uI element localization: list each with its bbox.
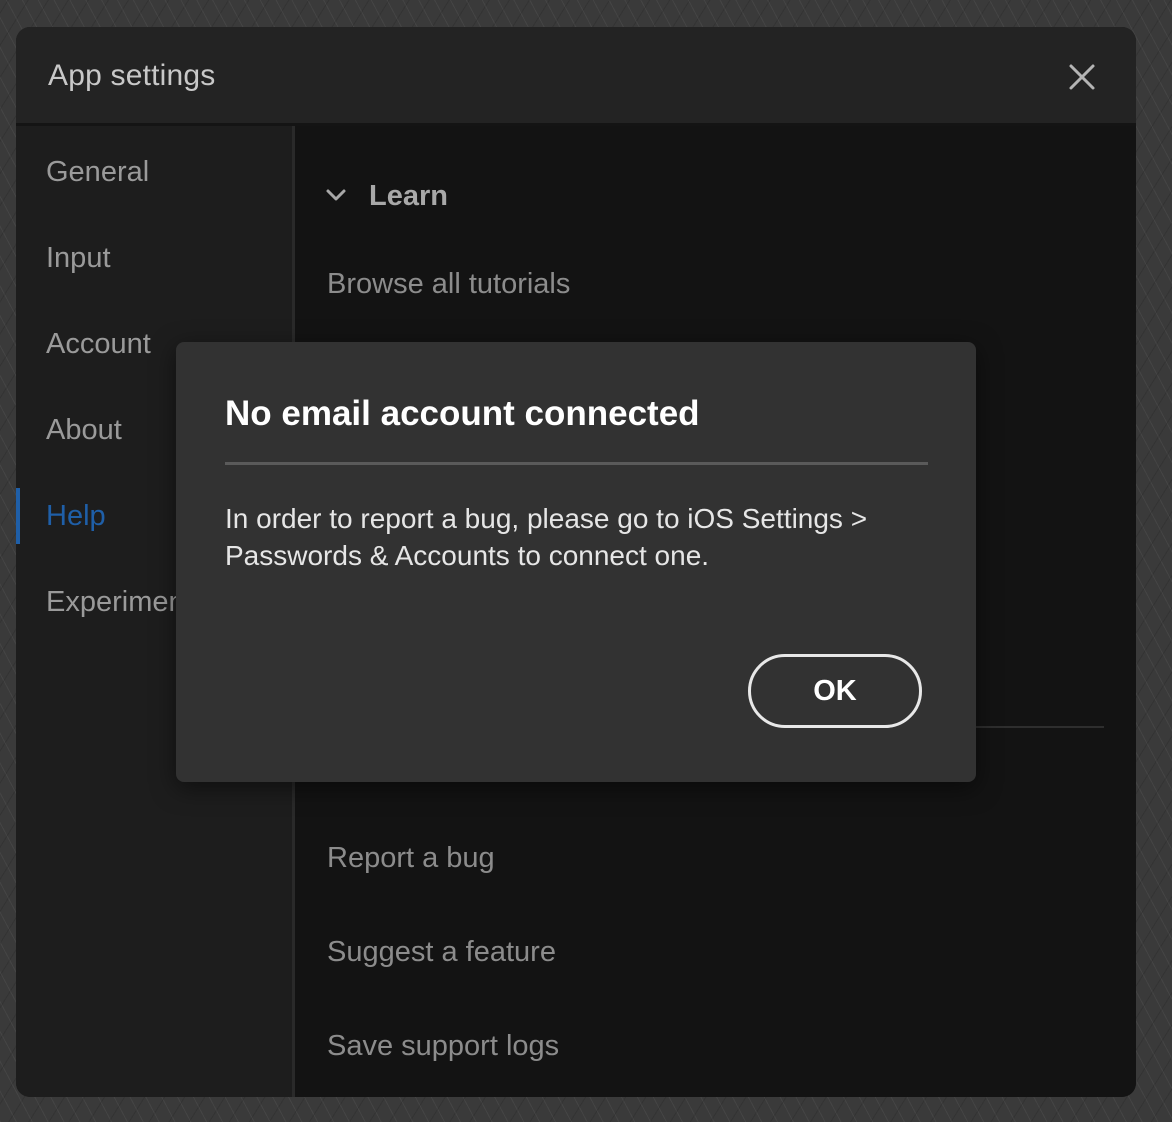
close-icon	[1069, 64, 1095, 90]
chevron-down-icon	[326, 189, 346, 201]
learn-section-title: Learn	[369, 180, 448, 212]
no-email-dialog: No email account connected In order to r…	[176, 342, 976, 782]
sidebar-item-label: About	[46, 414, 122, 446]
close-button[interactable]	[1062, 57, 1102, 97]
dialog-title: No email account connected	[225, 394, 700, 433]
sidebar-item-general[interactable]: General	[16, 148, 292, 194]
dialog-divider	[225, 462, 928, 465]
sidebar-item-label: Experimen	[46, 586, 185, 618]
ok-button[interactable]: OK	[748, 654, 922, 728]
browse-tutorials-link[interactable]: Browse all tutorials	[327, 268, 570, 301]
dialog-message: In order to report a bug, please go to i…	[225, 503, 868, 571]
report-bug-link[interactable]: Report a bug	[327, 842, 495, 875]
sidebar-item-label: Input	[46, 242, 111, 274]
save-support-logs-link[interactable]: Save support logs	[327, 1030, 559, 1063]
window-header: App settings	[16, 27, 1136, 126]
suggest-feature-link[interactable]: Suggest a feature	[327, 936, 556, 969]
window-title: App settings	[48, 59, 216, 92]
learn-section-toggle[interactable]: Learn	[325, 178, 725, 218]
sidebar-item-input[interactable]: Input	[16, 234, 292, 280]
sidebar-item-label: General	[46, 156, 150, 188]
sidebar-item-label: Account	[46, 328, 151, 360]
sidebar-item-label: Help	[46, 500, 106, 532]
